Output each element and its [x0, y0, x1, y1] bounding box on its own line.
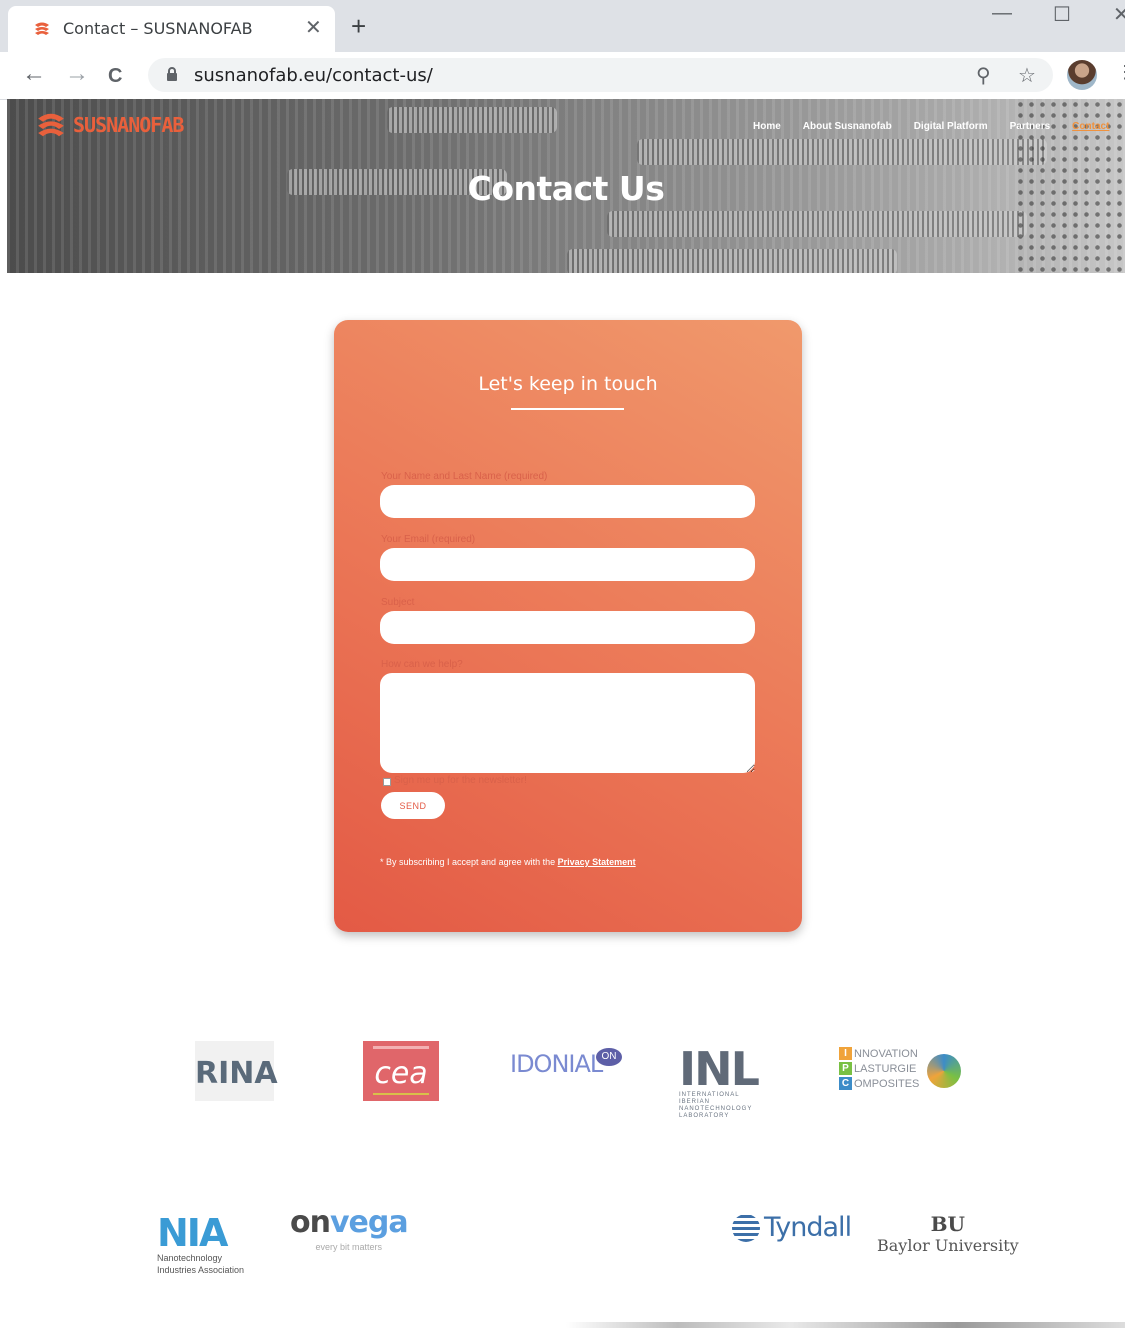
inl-logo-subtitle: INTERNATIONAL IBERIAN NANOTECHNOLOGY LAB… — [679, 1092, 753, 1119]
privacy-disclaimer: * By subscribing I accept and agree with… — [380, 857, 636, 867]
name-label: Your Name and Last Name (required) — [381, 471, 548, 482]
maximize-button[interactable]: ☐ — [1053, 2, 1071, 27]
baylor-logo-text: Baylor University — [877, 1236, 1019, 1255]
onvega-logo-text: onvega — [290, 1205, 409, 1240]
cea-underline — [373, 1093, 429, 1095]
browser-toolbar: ← → C susnanofab.eu/contact-us/ ⚲ ☆ ⋮ — [0, 52, 1125, 100]
onvega-on: on — [290, 1205, 331, 1240]
cea-tagline-bar — [373, 1046, 429, 1049]
tyndall-globe-icon — [732, 1213, 760, 1242]
footer-edge — [7, 1322, 1125, 1328]
site-logo[interactable]: SUSNANOFAB — [35, 109, 184, 141]
hero-texture — [387, 107, 557, 133]
forward-button[interactable]: → — [65, 61, 89, 87]
baylor-mark-icon: BU — [930, 1212, 966, 1236]
profile-avatar[interactable] — [1067, 60, 1097, 90]
form-title: Let's keep in touch — [478, 373, 658, 395]
zoom-icon[interactable]: ⚲ — [976, 63, 991, 88]
partner-logo-inl[interactable]: INL INTERNATIONAL IBERIAN NANOTECHNOLOGY… — [679, 1046, 769, 1120]
ipc-row: C OMPOSITES — [839, 1076, 919, 1091]
logo-text: SUSNANOFAB — [73, 113, 184, 137]
partner-logo-baylor[interactable]: BU Baylor University — [877, 1212, 1019, 1255]
rina-logo-text: RINA — [195, 1056, 278, 1091]
partner-logo-rina[interactable]: RINA — [195, 1041, 278, 1101]
nia-subtitle: Nanotechnology — [157, 1253, 223, 1263]
send-button[interactable]: SEND — [381, 792, 445, 819]
browser-menu-icon[interactable]: ⋮ — [1116, 62, 1125, 83]
ipc-letter: P — [839, 1062, 852, 1075]
tab-close-icon[interactable]: ✕ — [305, 18, 322, 38]
message-label: How can we help? — [381, 659, 463, 670]
partner-logo-nia[interactable]: NIA Nanotechnology Industries Associatio… — [157, 1214, 244, 1276]
nav-digital-platform[interactable]: Digital Platform — [914, 121, 988, 132]
ipc-word: OMPOSITES — [854, 1077, 920, 1090]
newsletter-checkbox[interactable] — [383, 778, 391, 786]
nav-partners[interactable]: Partners — [1010, 121, 1051, 132]
susnanofab-favicon-icon — [35, 22, 49, 35]
nav-home[interactable]: Home — [753, 121, 781, 132]
url-text[interactable]: susnanofab.eu/contact-us/ — [194, 65, 433, 86]
partner-logo-ipc[interactable]: I NNOVATION P LASTURGIE C OMPOSITES — [839, 1046, 961, 1091]
lock-icon — [167, 67, 177, 81]
browser-tab-bar: Contact – SUSNANOFAB ✕ + — ☐ ✕ — [0, 0, 1125, 52]
email-field[interactable] — [380, 548, 755, 581]
window-close-button[interactable]: ✕ — [1113, 2, 1125, 27]
partner-logo-onvega[interactable]: onvega every bit matters — [290, 1205, 409, 1252]
ipc-letter: I — [839, 1047, 852, 1060]
site-header: SUSNANOFAB Home About Susnanofab Digital… — [7, 99, 1125, 273]
ipc-word: LASTURGIE — [854, 1062, 917, 1075]
ipc-swirl-icon — [927, 1054, 961, 1088]
ipc-word: NNOVATION — [854, 1047, 918, 1060]
onvega-tagline: every bit matters — [315, 1242, 383, 1252]
nav-contact[interactable]: Contact — [1072, 121, 1109, 132]
name-field[interactable] — [380, 485, 755, 518]
ipc-row: P LASTURGIE — [839, 1061, 919, 1076]
onvega-vega: vega — [329, 1205, 409, 1240]
partner-logo-cea[interactable]: cea — [363, 1041, 439, 1101]
ipc-letter: C — [839, 1077, 852, 1090]
email-label: Your Email (required) — [381, 534, 476, 545]
title-underline — [511, 408, 624, 410]
disclaimer-text: * By subscribing I accept and agree with… — [380, 857, 558, 867]
browser-tab[interactable]: Contact – SUSNANOFAB ✕ — [8, 6, 335, 52]
nia-logo-text: NIA — [157, 1211, 228, 1255]
back-button[interactable]: ← — [22, 61, 46, 87]
privacy-statement-link[interactable]: Privacy Statement — [558, 857, 636, 867]
reload-button[interactable]: C — [108, 63, 122, 89]
hero-texture — [567, 249, 897, 273]
tyndall-logo-text: Tyndall — [764, 1212, 852, 1243]
idonial-logo-text: IDONIAL — [510, 1050, 603, 1078]
address-bar[interactable]: susnanofab.eu/contact-us/ ⚲ ☆ — [148, 58, 1053, 92]
subject-field[interactable] — [380, 611, 755, 644]
new-tab-button[interactable]: + — [351, 13, 366, 39]
partner-logo-tyndall[interactable]: Tyndall — [732, 1212, 852, 1243]
cea-logo-text: cea — [374, 1056, 428, 1091]
nia-subtitle: Industries Association — [157, 1265, 245, 1275]
ipc-row: I NNOVATION — [839, 1046, 919, 1061]
hero-texture — [637, 139, 1047, 165]
idonial-badge: ON — [596, 1048, 622, 1066]
nav-about[interactable]: About Susnanofab — [803, 121, 892, 132]
subject-label: Subject — [381, 597, 415, 608]
message-field[interactable] — [380, 673, 755, 773]
newsletter-label: Sign me up for the newsletter! — [394, 775, 527, 786]
tab-title: Contact – SUSNANOFAB — [63, 19, 253, 38]
hero-texture — [607, 211, 1027, 237]
main-nav: Home About Susnanofab Digital Platform P… — [753, 121, 1109, 132]
page-title: Contact Us — [467, 169, 665, 208]
bookmark-star-icon[interactable]: ☆ — [1018, 63, 1036, 88]
susnanofab-logo-icon — [38, 113, 64, 137]
minimize-button[interactable]: — — [992, 2, 1012, 25]
partner-logo-idonial[interactable]: IDONIAL ON — [510, 1048, 622, 1078]
inl-logo-text: INL — [679, 1042, 760, 1096]
contact-form-card: Let's keep in touch Your Name and Last N… — [334, 320, 802, 932]
